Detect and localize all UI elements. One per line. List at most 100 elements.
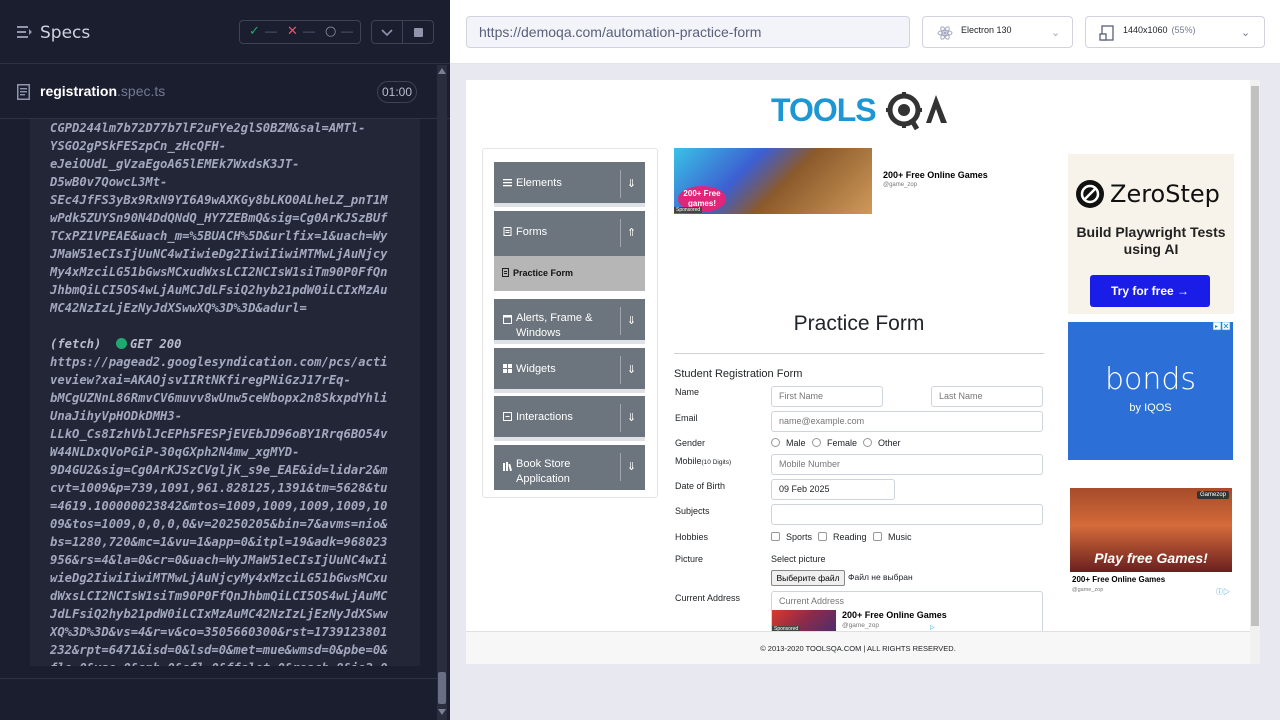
log-line: 09&tos=1009,0,0,0,0&v=20250205&bin=7&avm… [50,517,388,531]
toggle-auto-scroll-button[interactable] [371,20,403,44]
hobbies-label: Hobbies [675,532,709,542]
divider [0,678,437,679]
try-for-free-button[interactable]: Try for free → [1090,275,1210,307]
specs-list-icon[interactable] [17,25,32,39]
ad-subtitle: @game_zop [883,182,918,188]
menu-group-interactions[interactable]: Interactions ⇓ [494,396,645,441]
gender-radio-male[interactable]: Male [771,438,806,448]
adchoices-icon[interactable]: ⓘ▷ [1216,587,1230,597]
browser-name: Electron 130 [961,25,1012,35]
aut-panel: https://demoqa.com/automation-practice-f… [450,0,1280,720]
scroll-up-arrow-icon[interactable] [438,68,446,74]
mobile-label: Mobile(10 Digits) [675,456,732,466]
log-line: YSGO2gPSkFESzpCn_zHcQFH- [50,139,227,153]
checkbox-icon [818,532,827,541]
zerostep-logo-text: ZeroStep [1110,180,1220,208]
viewport-icon [1099,25,1114,41]
ad-subtitle: @game_zop [842,622,879,629]
log-line: TCxPZ1VPEAE&uach_m=%5BUACH%5D&urlfix=1&u… [50,229,388,243]
browser-selector[interactable]: Electron 130 ⌄ [922,16,1073,48]
passed-icon: ✓ [249,24,260,39]
toolsqa-logo[interactable]: TOOLS [771,89,951,131]
ad-games[interactable]: Gamezop Play free Games! 200+ Free Onlin… [1070,488,1232,596]
menu-group-book-store[interactable]: Book Store Application ⇓ [494,445,645,490]
log-line: bMCgUZNnL86RmvCV6muvv8wUnw5ceWbopx2n8Skx… [50,391,388,405]
ad-title[interactable]: 200+ Free Online Games [883,170,988,180]
menu-group-forms[interactable]: Forms ⇑ [494,211,645,256]
menu-group-alerts[interactable]: Alerts, Frame & Windows ⇓ [494,299,645,344]
log-line: =4619.100000023842&mtos=1009,1009,1009,1… [50,499,388,513]
cypress-runner-panel: Specs ✓ — ✕ — ○ — registration.spec.ts 0… [0,0,450,720]
log-line: D5wB0v7QowcL3Mt- [50,175,168,189]
email-input[interactable]: name@example.com [771,411,1043,432]
menu-group-elements[interactable]: Elements ⇓ [494,162,645,207]
log-line: JMaW51eCIsIjUuNC4wIiwieDg2IiwiIiwiMTMwLj… [50,247,388,261]
address-label: Current Address [675,593,741,603]
book-icon [503,462,512,471]
hobby-checkbox-music[interactable]: Music [873,532,912,542]
viewport-selector[interactable]: 1440x1060 (55%) ⌄ [1085,16,1265,48]
electron-icon [937,26,953,40]
failed-icon: ✕ [287,24,298,39]
page-scroll-thumb[interactable] [1251,86,1259,626]
adchoices-icon[interactable]: ▷ [930,624,935,631]
url-bar[interactable]: https://demoqa.com/automation-practice-f… [466,16,910,48]
mobile-input[interactable]: Mobile Number [771,454,1043,475]
command-log-scrollbar[interactable] [437,65,447,720]
scroll-down-arrow-icon[interactable] [438,709,446,715]
aut-header: https://demoqa.com/automation-practice-f… [450,0,1280,64]
menu-item-practice-form[interactable]: Practice Form [494,256,645,291]
ad-zerostep[interactable]: ZeroStep Build Playwright Tests using AI… [1068,154,1234,314]
spec-file-name[interactable]: registration.spec.ts [40,83,165,99]
log-line: wPdk5ZUYSn90N4DdQNdQ_HY7ZEBmQ&sig=Cg0ArK… [50,211,388,225]
radio-icon [812,438,821,447]
gender-radio-female[interactable]: Female [812,438,857,448]
failed-count: — [303,24,315,38]
log-line: MC42NzIzLjEzNyJdXSwwXQ%3D%3D&adurl= [50,301,307,315]
pending-count: — [341,24,353,38]
chevron-down-icon [381,29,393,37]
ad-inline[interactable]: Sponsored 200+ Free Online Games @game_z… [772,606,1008,632]
scroll-thumb[interactable] [438,672,446,704]
ad-title: 200+ Free Online Games [1072,575,1166,584]
log-line: W44NLDxQVoPGiP-30qGXph2N4mw_xgMYD- [50,445,300,459]
checkbox-icon [873,532,882,541]
zerostep-logo-icon [1076,180,1104,208]
log-line: My4xMzciLG51bGwsMCxudWxsLCI2NCIsW1siTm90… [50,265,388,279]
gender-radio-other[interactable]: Other [863,438,901,448]
ad-close-icon[interactable] [1213,322,1231,331]
page-scrollbar[interactable] [1250,80,1260,664]
first-name-input[interactable]: First Name [771,386,883,407]
ad-banner-top[interactable]: 200+ Free games! Sponsored [674,148,872,214]
last-name-input[interactable]: Last Name [931,386,1043,407]
viewport-size: 1440x1060 (55%) [1123,25,1196,35]
page-footer: © 2013-2020 TOOLSQA.COM | ALL RIGHTS RES… [466,631,1250,664]
radio-icon [771,438,780,447]
select-picture-label: Select picture [771,554,826,564]
subjects-input[interactable] [771,504,1043,525]
choose-file-button[interactable]: Выберите файл [771,570,845,586]
hobby-checkbox-reading[interactable]: Reading [818,532,867,542]
divider [674,353,1044,354]
hobby-checkbox-sports[interactable]: Sports [771,532,812,542]
ad-bonds[interactable]: bonds by IQOS [1068,322,1233,460]
menu-group-widgets[interactable]: Widgets ⇓ [494,348,645,393]
gamezop-badge: Gamezop [1196,491,1229,499]
ad-banner-text: Play free Games! [1094,550,1208,566]
dob-input[interactable]: 09 Feb 2025 [771,479,895,500]
specs-header: Specs ✓ — ✕ — ○ — [0,0,450,64]
document-icon [17,84,30,100]
log-line: dWxsLCI2NCIsW1siTm90P0FfQnJhbmQiLCI5OS4w… [50,589,388,603]
stop-button[interactable] [402,20,434,44]
specs-title[interactable]: Specs [40,23,90,43]
spec-file-header: registration.spec.ts 01:00 [0,65,450,119]
aut-iframe[interactable]: TOOLS Elements ⇓ Forms ⇑ Practice Form A… [466,80,1260,664]
log-line: veview?xai=AKAOjsvIIRtNKfiregPNiGzJ17rEq… [50,373,351,387]
log-line: JhbmQiLCI5OS4wLjAuMCJdLFsiQ2hyb21pdW0iLC… [50,283,388,297]
expand-arrow-icon: ⇓ [620,170,642,198]
page-title: Practice Form [793,312,925,335]
log-line: 956&rs=4&la=0&cr=0&uach=WyJMaW51eCIsIjUu… [50,553,388,567]
sponsored-label: Sponsored [674,207,703,213]
name-label: Name [675,387,700,397]
